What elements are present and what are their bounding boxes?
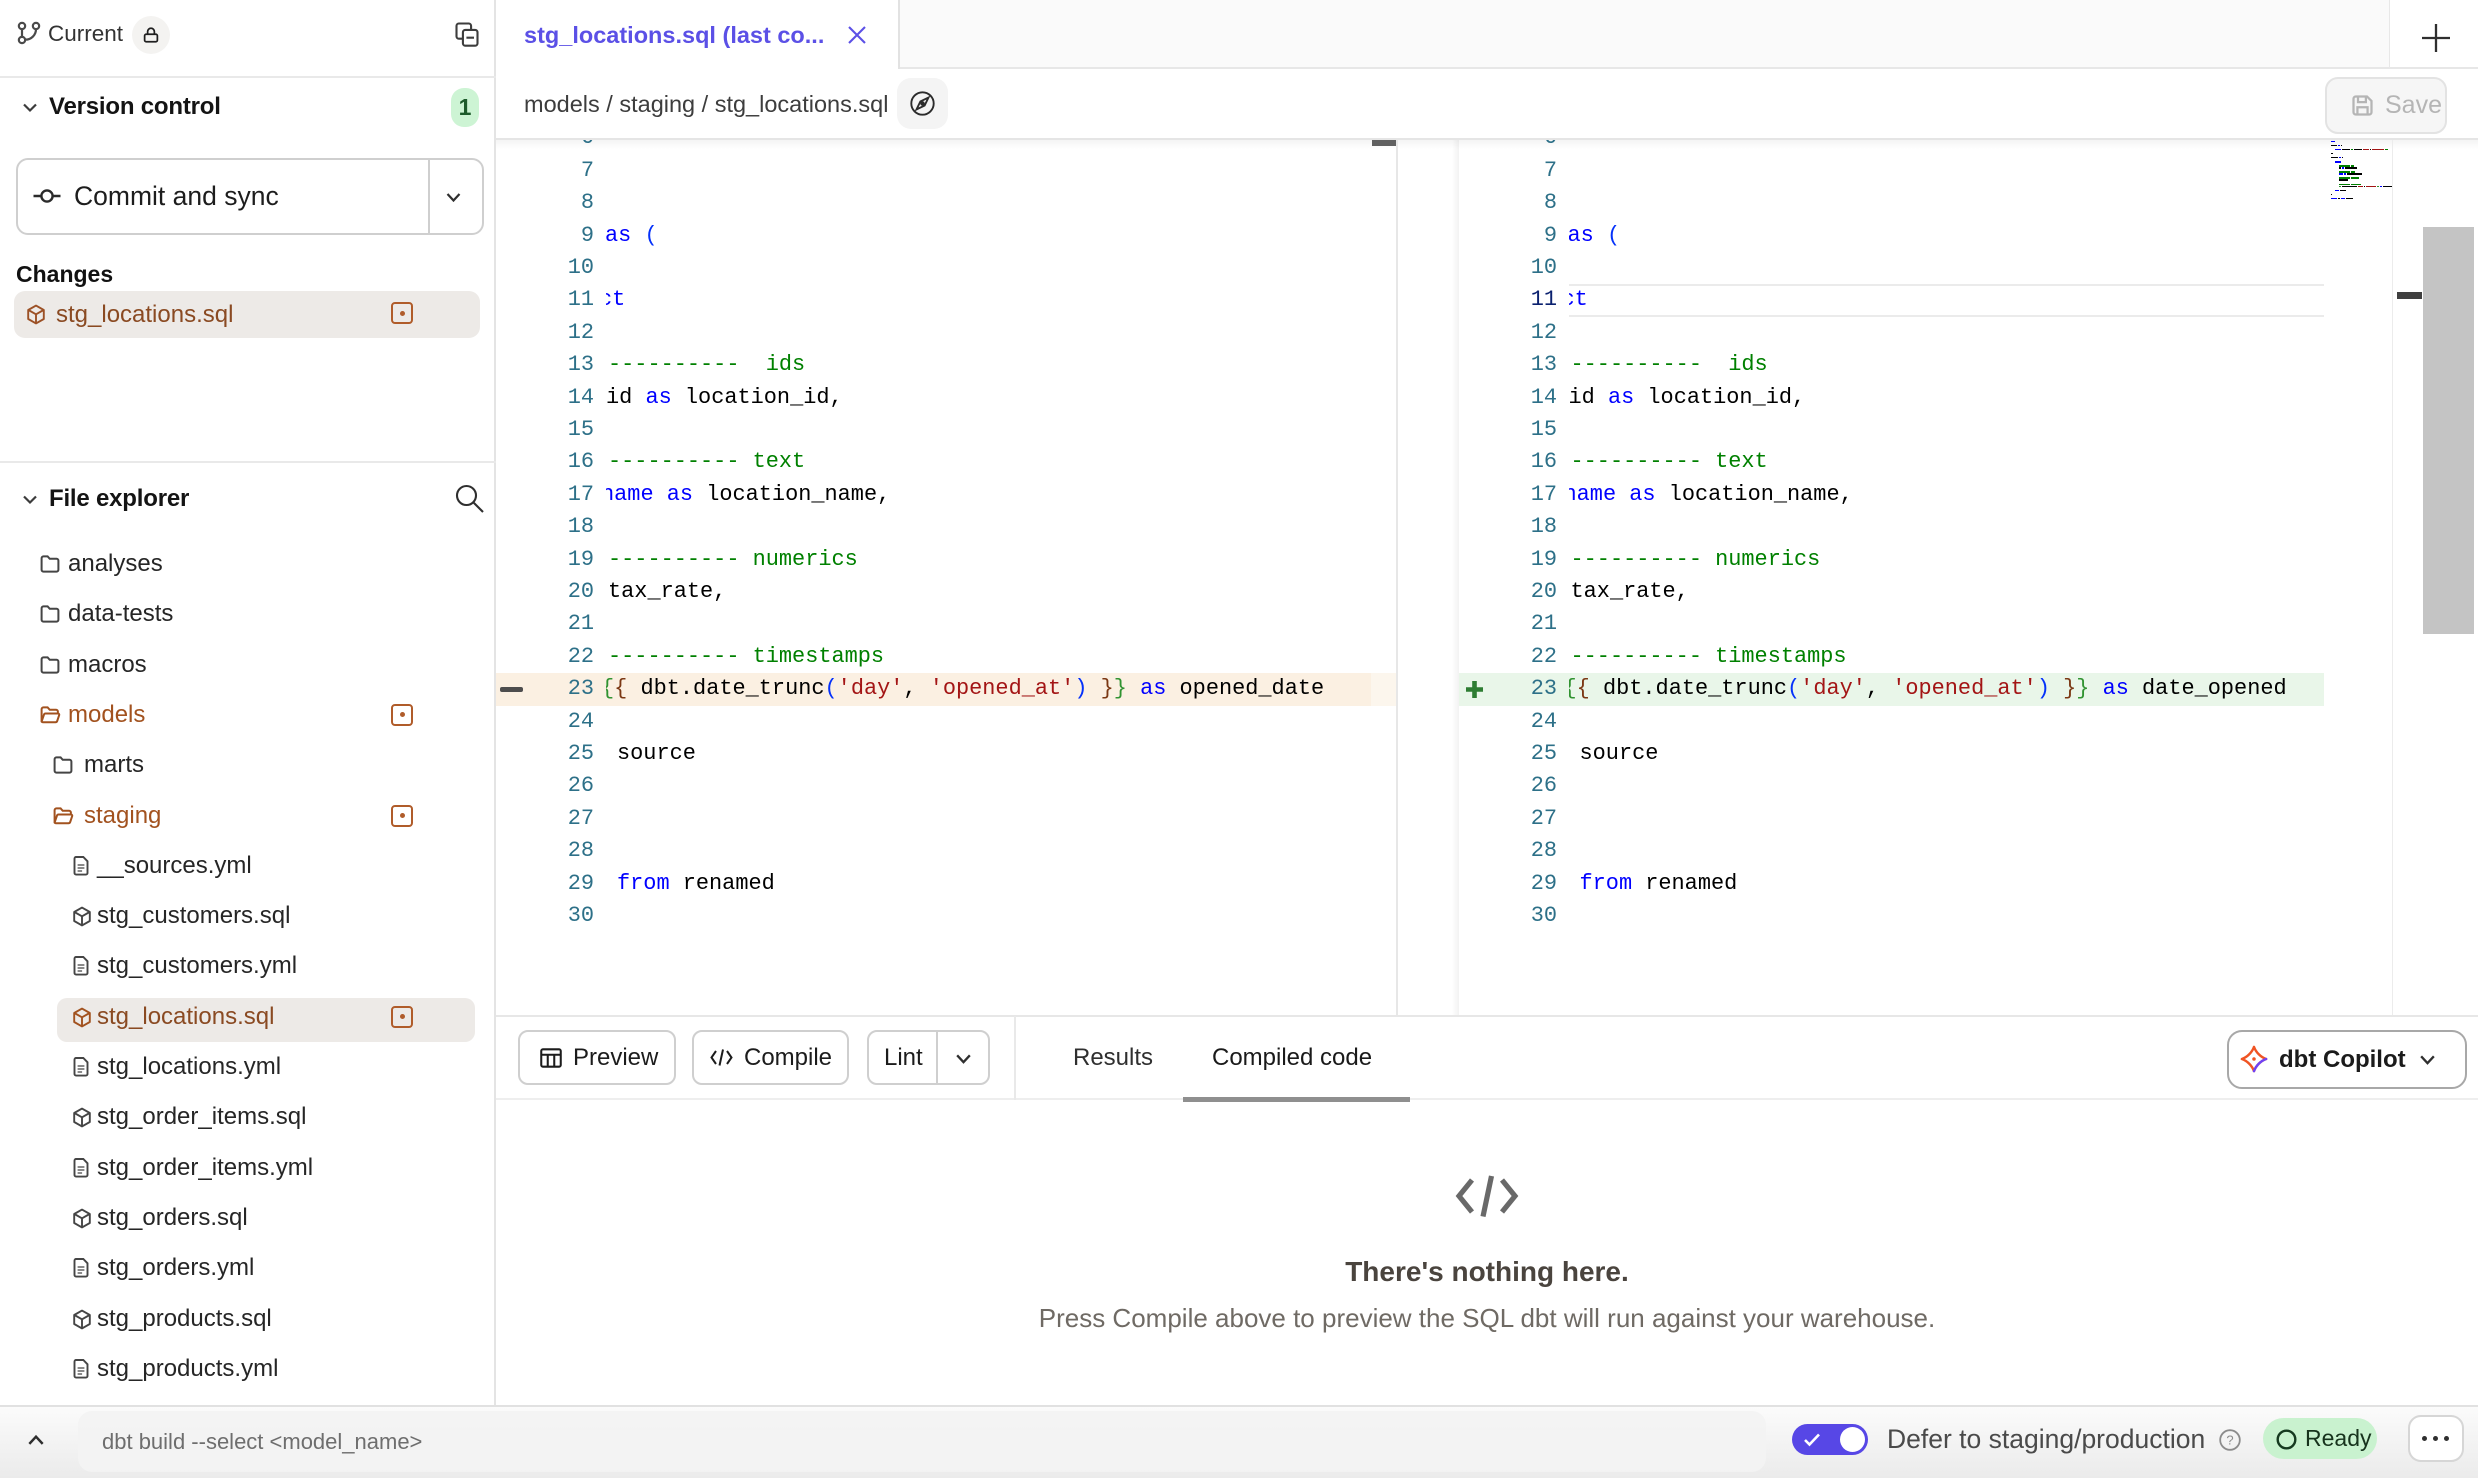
svg-text:?: ?: [2226, 1433, 2233, 1448]
